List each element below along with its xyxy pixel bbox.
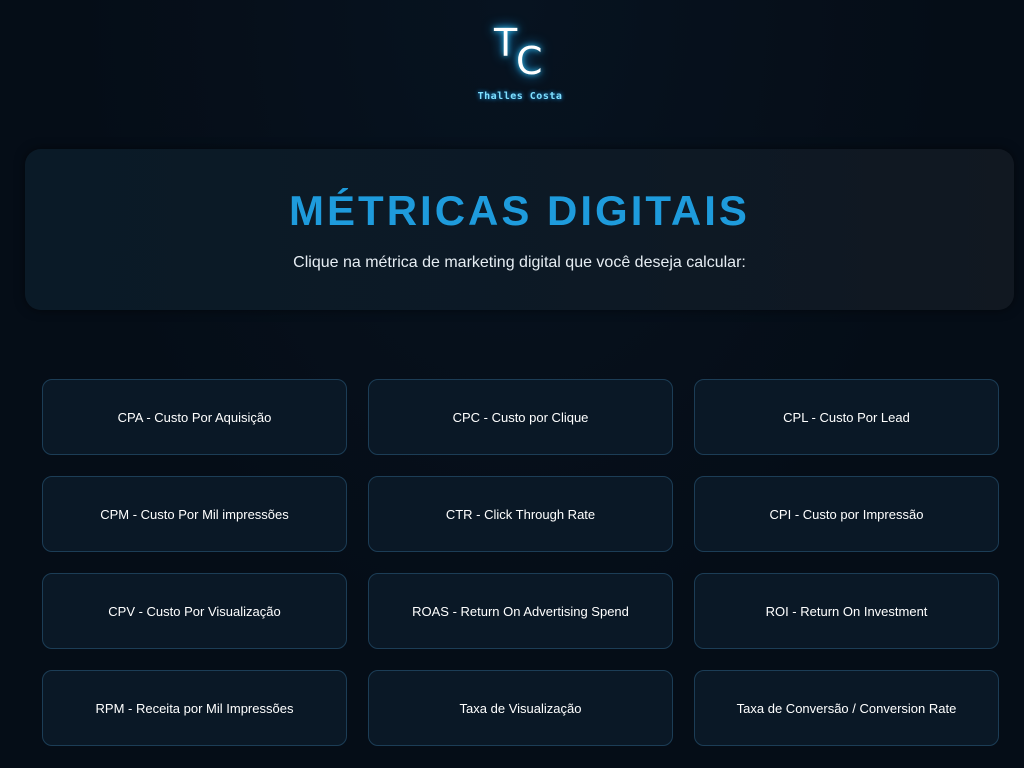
metric-button-cpc[interactable]: CPC - Custo por Clique — [368, 379, 673, 455]
hero-panel: MÉTRICAS DIGITAIS Clique na métrica de m… — [25, 149, 1014, 310]
logo-name: Thalles Costa — [477, 91, 563, 102]
logo-letter-t: T — [494, 21, 518, 65]
metric-button-rpm[interactable]: RPM - Receita por Mil Impressões — [42, 670, 347, 746]
metric-button-roas[interactable]: ROAS - Return On Advertising Spend — [368, 573, 673, 649]
page-title: MÉTRICAS DIGITAIS — [289, 187, 750, 234]
metric-button-cpi[interactable]: CPI - Custo por Impressão — [694, 476, 999, 552]
page: T C Thalles Costa MÉTRICAS DIGITAIS Cliq… — [0, 0, 1024, 768]
metric-button-cpv[interactable]: CPV - Custo Por Visualização — [42, 573, 347, 649]
metric-button-cpl[interactable]: CPL - Custo Por Lead — [694, 379, 999, 455]
page-subtitle: Clique na métrica de marketing digital q… — [293, 254, 746, 271]
metric-button-roi[interactable]: ROI - Return On Investment — [694, 573, 999, 649]
logo[interactable]: T C Thalles Costa — [0, 22, 1024, 108]
logo-mark: T C — [494, 24, 546, 84]
metric-button-taxa-visualizacao[interactable]: Taxa de Visualização — [368, 670, 673, 746]
metric-button-cpa[interactable]: CPA - Custo Por Aquisição — [42, 379, 347, 455]
metric-button-taxa-conversao[interactable]: Taxa de Conversão / Conversion Rate — [694, 670, 999, 746]
metric-button-ctr[interactable]: CTR - Click Through Rate — [368, 476, 673, 552]
metrics-grid: CPA - Custo Por Aquisição CPC - Custo po… — [42, 379, 999, 746]
logo-letter-c: C — [516, 39, 543, 83]
metric-button-cpm[interactable]: CPM - Custo Por Mil impressões — [42, 476, 347, 552]
